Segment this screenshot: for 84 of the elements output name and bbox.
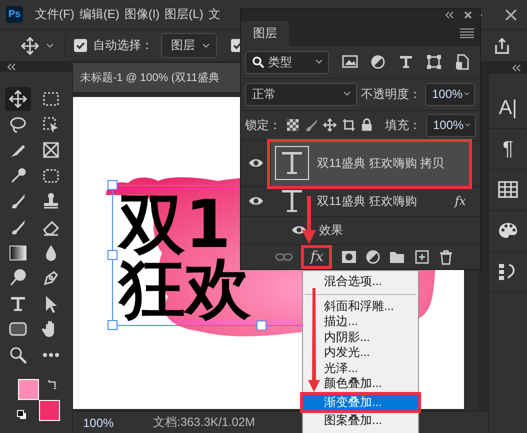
- menu-item[interactable]: 图像(I): [124, 6, 160, 23]
- lock-icon[interactable]: [360, 118, 374, 132]
- caret-icon[interactable]: [45, 40, 55, 50]
- fill-label: 填充：: [384, 116, 421, 134]
- move-icon: [20, 36, 40, 56]
- menu-item[interactable]: 内发光...: [303, 345, 418, 360]
- crop-icon[interactable]: [342, 118, 356, 132]
- smart-object-filter-icon[interactable]: [454, 54, 470, 70]
- menu-item[interactable]: 图案叠加...: [303, 413, 418, 428]
- more-icon: [41, 352, 61, 358]
- filter-dropdown[interactable]: 类型: [245, 50, 329, 74]
- fill-field[interactable]: 100%: [426, 114, 476, 137]
- image-filter-icon[interactable]: [342, 54, 358, 70]
- panel-button[interactable]: ¶: [502, 138, 514, 160]
- effects-label: 效果: [319, 222, 343, 239]
- tool-button[interactable]: [5, 87, 31, 111]
- checkerboard-icon[interactable]: [286, 118, 300, 132]
- new-layer-icon[interactable]: [414, 248, 430, 265]
- menu-item[interactable]: 文: [208, 6, 220, 23]
- link-icon[interactable]: [275, 252, 294, 262]
- adjustment-filter-icon[interactable]: [370, 54, 386, 70]
- search-icon: [252, 56, 264, 68]
- move-icon[interactable]: [323, 118, 337, 132]
- close-icon[interactable]: [464, 10, 472, 19]
- menu-icon[interactable]: [460, 28, 474, 38]
- type-icon: [281, 151, 303, 176]
- opacity-label: 不透明度：: [361, 86, 421, 103]
- zoom-level[interactable]: 100%: [73, 416, 153, 430]
- frame-icon: [41, 140, 61, 160]
- panel-button[interactable]: A|: [498, 96, 518, 120]
- default-colors-icon[interactable]: [17, 410, 27, 420]
- type-filter-icon[interactable]: [398, 54, 414, 70]
- trash-icon[interactable]: [438, 248, 454, 265]
- collapse-icon[interactable]: [6, 63, 16, 71]
- brush-icon[interactable]: [304, 118, 318, 132]
- menu-item[interactable]: 光泽...: [303, 360, 418, 376]
- opacity-field[interactable]: 100%: [425, 82, 475, 106]
- lasso-icon: [8, 114, 28, 135]
- grid-icon[interactable]: [498, 180, 518, 200]
- layer-row[interactable]: 双11盛典 狂欢嗨购 拷贝: [271, 140, 470, 186]
- menu-item[interactable]: 斜面和浮雕...: [303, 298, 418, 314]
- zoom-icon: [8, 344, 28, 365]
- effects-indicator-label: fx: [454, 194, 466, 208]
- lock-label: 锁定：: [245, 116, 281, 134]
- menu-item[interactable]: 描边...: [303, 314, 418, 330]
- stamp-icon: [41, 191, 61, 212]
- gradient-icon: [8, 242, 28, 263]
- layer-name: 双11盛典 狂欢嗨购 拷贝: [317, 154, 444, 172]
- blend-mode-dropdown[interactable]: 正常: [245, 82, 357, 106]
- scrollbar[interactable]: [464, 271, 478, 411]
- lollipop-icon: [8, 268, 28, 288]
- collapse-icon[interactable]: [444, 10, 454, 19]
- app-logo[interactable]: Ps: [6, 6, 23, 23]
- menu-item[interactable]: 文件(F): [35, 6, 74, 23]
- adjustment-icon[interactable]: [365, 248, 381, 265]
- layer-dropdown[interactable]: 图层: [161, 33, 217, 58]
- caret-icon: [201, 40, 211, 50]
- type-icon: [281, 189, 303, 214]
- collapse-icon[interactable]: [511, 64, 521, 72]
- mask-icon[interactable]: [340, 248, 357, 265]
- move-icon: [8, 89, 28, 109]
- close-icon[interactable]: [505, 8, 517, 20]
- checkbox-label: 自动选择：: [93, 37, 153, 54]
- marquee-icon: [41, 89, 61, 109]
- palette-icon[interactable]: [498, 221, 518, 241]
- shape-filter-icon[interactable]: [426, 54, 442, 70]
- menu-item[interactable]: 内阴影...: [303, 330, 418, 345]
- layer-name: 双11盛典 狂欢嗨购: [317, 192, 417, 210]
- foreground-color-swatch[interactable]: [18, 378, 39, 400]
- menu-item[interactable]: 颜色叠加...: [303, 376, 418, 392]
- selection-frame-edge[interactable]: [241, 320, 303, 330]
- checkbox[interactable]: [74, 39, 87, 52]
- background-color-swatch[interactable]: [39, 400, 60, 421]
- panel-tab[interactable]: 图层: [241, 20, 289, 46]
- menu-item[interactable]: 渐变叠加...: [303, 394, 418, 410]
- menu-item[interactable]: 混合选项...: [303, 274, 418, 290]
- swap-icon[interactable]: [48, 378, 58, 389]
- menu-item[interactable]: 编辑(E): [79, 6, 120, 23]
- share-icon[interactable]: [493, 36, 511, 54]
- annotation-arrow: [302, 196, 316, 244]
- menu-item[interactable]: 图层(L): [164, 6, 204, 23]
- check-icon: [76, 41, 85, 50]
- document-info: 文档:363.3K/1.02M: [153, 414, 256, 431]
- layer-row[interactable]: 双11盛典 狂欢嗨购 fx: [271, 186, 470, 216]
